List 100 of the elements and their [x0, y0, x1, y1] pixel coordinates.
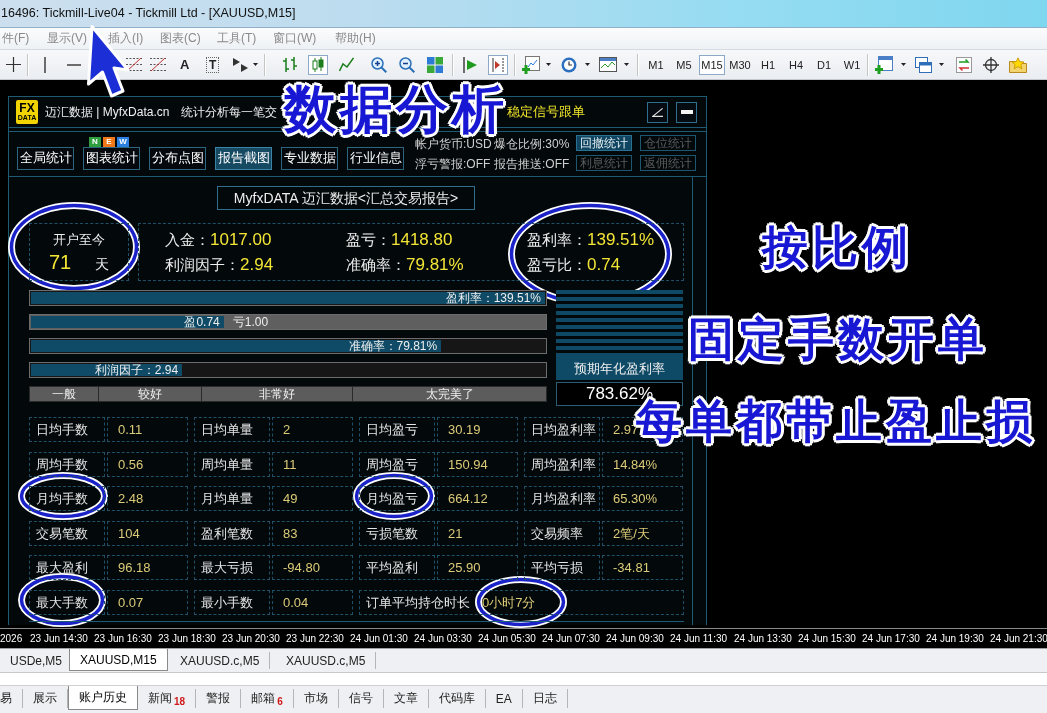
vertical-line-icon[interactable]: [44, 56, 46, 73]
timeframe-button[interactable]: M30: [727, 54, 753, 75]
rating-level: 一般: [29, 386, 99, 402]
summary-value: 1017.00: [210, 229, 272, 250]
terminal-tab[interactable]: 市场: [293, 689, 339, 708]
stat-label: 周均单量: [194, 451, 270, 477]
terminal-tab[interactable]: 警报: [196, 689, 242, 708]
timeframe-button[interactable]: H1: [755, 54, 781, 75]
summary-label: 入金：: [165, 230, 210, 250]
candlestick-icon[interactable]: [308, 54, 328, 75]
caret-icon[interactable]: [546, 63, 551, 66]
chart-tab[interactable]: XAUUSD.c,M5: [276, 652, 377, 669]
time-label: 24 Jun 17:30: [862, 633, 920, 644]
timeframe-button[interactable]: M5: [671, 54, 697, 75]
stat-label: 日均单量: [194, 417, 270, 442]
caret-icon[interactable]: [901, 63, 906, 66]
summary-label: 盈利率：: [527, 230, 587, 250]
stat-label: 亏损笔数: [359, 520, 435, 546]
zoom-out-icon[interactable]: [399, 56, 415, 73]
caret-icon[interactable]: [253, 63, 258, 66]
panel-button[interactable]: [647, 101, 668, 123]
time-label: 23 Jun 14:30: [30, 633, 88, 644]
summary-value: 79.81%: [406, 254, 464, 275]
terminal-tab[interactable]: 文章: [383, 689, 429, 708]
time-label: 24 Jun 03:30: [414, 633, 472, 644]
stat-value: 2.48: [107, 486, 188, 511]
add-indicator-icon[interactable]: [522, 55, 540, 74]
time-label: 2026: [0, 633, 23, 644]
timeframe-button[interactable]: M15: [699, 54, 725, 75]
chart-tab[interactable]: XAUUSD,M15: [69, 649, 168, 671]
stat-value: 2: [272, 417, 353, 442]
report-title: MyfxDATA 迈汇数据<汇总交易报告>: [217, 186, 475, 210]
chart-tab[interactable]: XAUUSD.c,M5: [170, 652, 271, 669]
tagline: 统计分析每一笔交: [181, 103, 278, 121]
minimize-button[interactable]: [676, 101, 697, 123]
text-label-tool[interactable]: T: [206, 56, 220, 73]
nav-button[interactable]: 分布点图: [149, 147, 206, 170]
nav-button[interactable]: 图表统计: [83, 147, 140, 170]
swap-icon[interactable]: [956, 56, 972, 73]
clock-icon[interactable]: [561, 56, 577, 73]
template-icon[interactable]: [599, 57, 617, 72]
timeframe-button[interactable]: M1: [643, 54, 669, 75]
stats-button[interactable]: 回撤统计: [576, 135, 632, 151]
text-tool[interactable]: A: [180, 57, 190, 72]
add-chart-icon[interactable]: [875, 55, 893, 74]
terminal-tab[interactable]: 日志: [522, 689, 568, 708]
tile-windows-icon[interactable]: [427, 56, 443, 73]
stat-label: 日均盈利率: [524, 417, 600, 442]
bar-label: 盈利率：139.51%: [445, 292, 541, 304]
stat-value: -34.81: [602, 555, 683, 580]
fibonacci-icon[interactable]: [150, 57, 166, 72]
time-label: 24 Jun 11:30: [670, 633, 728, 644]
arrows-icon[interactable]: [233, 57, 248, 72]
timeframe-button[interactable]: H4: [783, 54, 809, 75]
crosshair-icon[interactable]: [6, 57, 21, 72]
summary-value: 139.51%: [587, 229, 655, 250]
zoom-in-icon[interactable]: [371, 56, 387, 73]
tab-count: 6: [277, 696, 283, 707]
stat-value: 49: [272, 486, 353, 511]
annotation-note: 按比例: [762, 224, 912, 270]
terminal-tab[interactable]: EA: [485, 689, 523, 708]
target-icon[interactable]: [983, 56, 999, 73]
bar-chart-icon[interactable]: [283, 56, 297, 73]
timeframe-button[interactable]: W1: [839, 54, 865, 75]
caret-icon[interactable]: [624, 63, 629, 66]
terminal-tab[interactable]: 代码库: [428, 689, 486, 708]
cursor-arrow-icon: [86, 24, 131, 99]
stat-label: 日均盈亏: [359, 417, 435, 442]
caret-icon[interactable]: [939, 63, 944, 66]
nav-button[interactable]: 专业数据: [281, 147, 338, 170]
terminal-tab[interactable]: 账户历史: [68, 686, 138, 710]
windows-icon[interactable]: [915, 56, 932, 73]
stat-label: 周均手数: [29, 451, 105, 477]
timeframe-button[interactable]: D1: [811, 54, 837, 75]
stat-label: 月均盈亏: [359, 486, 435, 511]
stat-label: 平均亏损: [524, 555, 600, 580]
days-value: 71: [48, 250, 72, 274]
nav-button[interactable]: 全局统计: [17, 147, 74, 170]
stat-label: 周均盈利率: [524, 451, 600, 477]
caret-icon[interactable]: [585, 63, 590, 66]
bar-label: 准确率：79.81%: [348, 340, 438, 352]
annotation-headline: 数据分析: [284, 83, 508, 135]
autoscroll-icon[interactable]: [463, 56, 477, 73]
terminal-tab[interactable]: 信号: [338, 689, 384, 708]
star-folder-icon[interactable]: [1009, 56, 1027, 73]
stat-value: 2笔/天: [602, 520, 683, 546]
nav-button[interactable]: 报告截图: [215, 147, 272, 170]
nav-button[interactable]: 行业信息: [347, 147, 404, 170]
horizontal-line-icon[interactable]: [67, 63, 81, 66]
signal-link[interactable]: 稳定信号跟单: [507, 103, 585, 121]
stat-value: 11: [272, 451, 353, 477]
terminal-tab[interactable]: 易: [0, 689, 23, 708]
summary-label: 利润因子：: [165, 255, 240, 275]
time-label: 23 Jun 20:30: [222, 633, 280, 644]
fibonacci-icon[interactable]: [126, 57, 142, 72]
account-info: 帐户货币:USD: [415, 137, 493, 151]
summary-label: 准确率：: [346, 255, 406, 275]
chart-shift-icon[interactable]: [488, 54, 508, 75]
stat-value: 83: [272, 520, 353, 546]
line-chart-icon[interactable]: [339, 57, 354, 72]
